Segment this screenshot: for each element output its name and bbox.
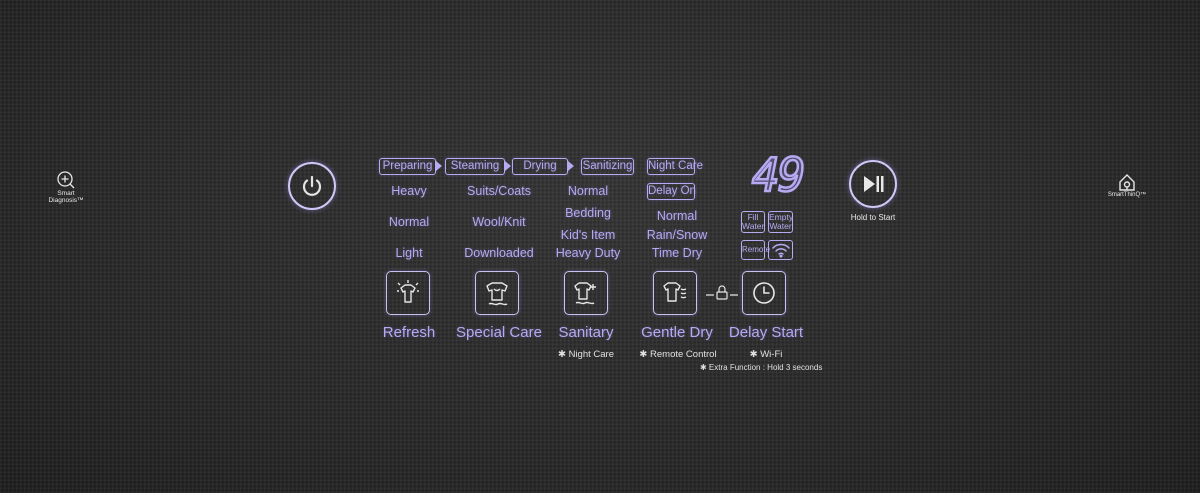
night-care-note: ✱ Night Care: [557, 349, 614, 360]
power-icon: [302, 175, 322, 196]
option-gentle-rain-snow: Rain/Snow: [646, 228, 708, 242]
smartthinq-icon: [1117, 172, 1137, 192]
option-sanitary-heavy-duty: Heavy Duty: [555, 246, 621, 260]
start-pause-button[interactable]: [849, 160, 897, 208]
wifi-icon: [771, 243, 790, 258]
child-lock-indicator: [706, 284, 738, 307]
power-button[interactable]: [288, 162, 336, 210]
refresh-icon: [397, 280, 419, 303]
option-sanitary-bedding: Bedding: [565, 206, 611, 220]
smartthinq-button[interactable]: SmartThinQ™: [1104, 172, 1150, 199]
wifi-indicator: [768, 240, 793, 260]
smart-diagnosis-label-2: Diagnosis™: [48, 197, 84, 204]
play-pause-icon: [864, 176, 884, 192]
child-lock-icon: [706, 285, 738, 300]
sanitary-label: Sanitary: [558, 324, 614, 341]
empty-water-indicator: Empty Water: [768, 211, 794, 233]
option-sanitary-kids-item: Kid's Item: [560, 228, 616, 242]
extra-function-note: ✱ Extra Function : Hold 3 seconds: [700, 363, 823, 372]
gentle-dry-label: Gentle Dry: [641, 324, 713, 341]
night-care-indicator: Night Care: [647, 158, 703, 175]
remote-indicator: Remote: [741, 240, 770, 260]
wifi-note: ✱ Wi-Fi: [749, 349, 783, 360]
special-care-button[interactable]: [475, 271, 519, 315]
option-special-wool-knit: Wool/Knit: [472, 215, 526, 229]
sanitary-icon: [574, 282, 596, 305]
option-gentle-time-dry: Time Dry: [651, 246, 703, 260]
sanitary-button[interactable]: [564, 271, 608, 315]
hold-to-start-label: Hold to Start: [850, 213, 896, 222]
refresh-button[interactable]: [386, 271, 430, 315]
gentle-dry-icon: [663, 282, 687, 302]
delay-start-button[interactable]: [742, 271, 786, 315]
option-refresh-light: Light: [395, 246, 423, 260]
option-special-suits-coats: Suits/Coats: [467, 184, 531, 198]
delay-on-indicator: Delay On: [647, 183, 696, 200]
option-refresh-normal: Normal: [388, 215, 430, 229]
gentle-dry-button[interactable]: [653, 271, 697, 315]
option-special-downloaded: Downloaded: [464, 246, 534, 260]
remote-control-note: ✱ Remote Control: [639, 349, 717, 360]
option-refresh-heavy: Heavy: [391, 184, 427, 198]
special-care-icon: [486, 282, 508, 306]
refresh-label: Refresh: [382, 324, 436, 341]
smart-diagnosis-icon: [56, 170, 76, 190]
clock-icon: [753, 282, 775, 304]
smartthinq-label: SmartThinQ™: [1107, 192, 1147, 198]
time-display: 49: [751, 148, 807, 202]
special-care-label: Special Care: [456, 324, 542, 341]
stage-steaming: Steaming: [445, 158, 511, 175]
delay-start-label: Delay Start: [728, 324, 804, 341]
stage-preparing: Preparing: [379, 158, 442, 175]
option-sanitary-normal: Normal: [567, 184, 609, 198]
fill-water-indicator: Fill Water: [741, 211, 765, 233]
stage-sanitizing: Sanitizing: [581, 158, 634, 175]
stage-drying: Drying: [512, 158, 574, 175]
option-gentle-normal: Normal: [656, 209, 698, 223]
smart-diagnosis-label-1: Smart: [57, 190, 75, 197]
smart-diagnosis-button[interactable]: Smart Diagnosis™: [44, 170, 88, 204]
